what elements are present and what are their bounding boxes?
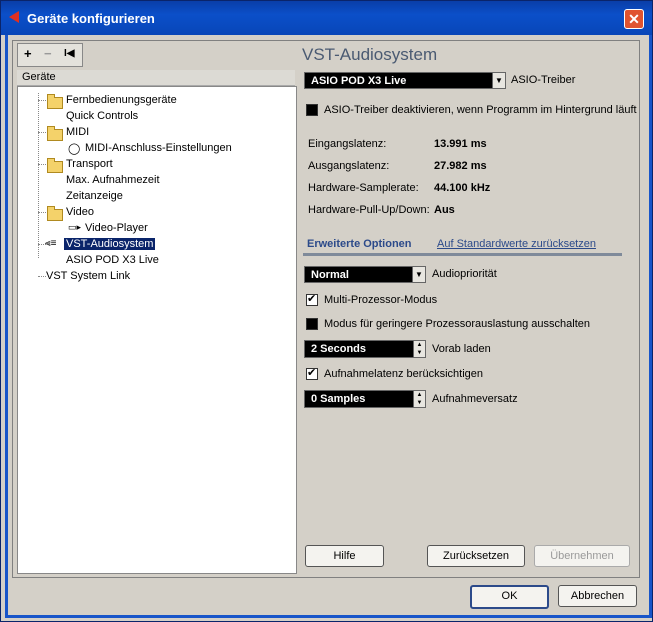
preload-label: Vorab laden xyxy=(432,343,491,355)
tree-line xyxy=(38,100,46,101)
tree-item-video[interactable]: Video xyxy=(66,206,94,218)
page-title: VST-Audiosystem xyxy=(302,45,438,64)
tree-item-time-display[interactable]: Zeitanzeige xyxy=(66,190,123,202)
stepper-arrows-icon[interactable]: ▲ ▼ xyxy=(413,341,425,357)
reset-defaults-link[interactable]: Auf Standardwerte zurücksetzen xyxy=(437,238,596,250)
app-logo-icon xyxy=(9,11,19,23)
midi-port-icon: ◯ xyxy=(68,143,81,155)
tree-item-vst-system-link[interactable]: VST System Link xyxy=(46,270,130,282)
multiprocessor-label: Multi-Prozessor-Modus xyxy=(324,294,438,306)
tree-item-asio-pod[interactable]: ASIO POD X3 Live xyxy=(66,254,159,266)
asio-driver-value: ASIO POD X3 Live xyxy=(311,75,407,87)
tree-line xyxy=(38,93,39,258)
tree-item-video-player[interactable]: Video-Player xyxy=(85,222,148,234)
tree-line xyxy=(38,276,46,277)
multiprocessor-checkbox[interactable] xyxy=(306,292,318,306)
chevron-down-icon: ▼ xyxy=(412,267,425,282)
low-load-label: Modus für geringere Prozessorauslastung … xyxy=(324,318,590,330)
chevron-down-icon: ▼ xyxy=(492,73,505,88)
tree-toolbar: + − I◀ xyxy=(17,43,83,67)
title-bar: Geräte konfigurieren ✕ xyxy=(1,1,652,35)
reset-device-button[interactable]: I◀ xyxy=(64,48,74,59)
advanced-options-heading: Erweiterte Optionen xyxy=(307,238,412,250)
ok-button[interactable]: OK xyxy=(470,585,549,609)
audio-priority-label: Audiopriorität xyxy=(432,268,497,280)
cancel-button[interactable]: Abbrechen xyxy=(558,585,637,607)
samplerate-value: 44.100 kHz xyxy=(434,182,491,194)
preload-stepper[interactable]: 2 Seconds ▲ ▼ xyxy=(304,340,426,358)
tree-item-fernbedienung[interactable]: Fernbedienungsgeräte xyxy=(66,94,177,106)
add-device-button[interactable]: + xyxy=(24,46,32,61)
tree-item-max-recording[interactable]: Max. Aufnahmezeit xyxy=(66,174,160,186)
samplerate-label: Hardware-Samplerate: xyxy=(308,182,419,194)
input-latency-label: Eingangslatenz: xyxy=(308,138,387,150)
low-load-checkbox[interactable] xyxy=(306,318,318,330)
help-button[interactable]: Hilfe xyxy=(305,545,384,567)
device-tree: Fernbedienungsgeräte Quick Controls MIDI… xyxy=(17,86,297,574)
folder-icon xyxy=(47,158,63,173)
stepper-arrows-icon[interactable]: ▲ ▼ xyxy=(413,391,425,407)
tree-item-quick-controls[interactable]: Quick Controls xyxy=(66,110,138,122)
tree-header: Geräte xyxy=(17,70,295,86)
record-offset-stepper[interactable]: 0 Samples ▲ ▼ xyxy=(304,390,426,408)
reset-button[interactable]: Zurücksetzen xyxy=(427,545,525,567)
tree-item-vst-audiosystem[interactable]: VST-Audiosystem xyxy=(64,238,156,250)
close-button[interactable]: ✕ xyxy=(624,9,644,29)
deactivate-asio-label: ASIO-Treiber deaktivieren, wenn Programm… xyxy=(324,104,637,116)
output-latency-value: 27.982 ms xyxy=(434,160,487,172)
section-divider xyxy=(303,253,622,256)
deactivate-asio-checkbox[interactable] xyxy=(306,104,318,116)
preload-value: 2 Seconds xyxy=(311,343,367,355)
tree-item-midi[interactable]: MIDI xyxy=(66,126,89,138)
record-latency-label: Aufnahmelatenz berücksichtigen xyxy=(324,368,483,380)
record-offset-value: 0 Samples xyxy=(311,393,366,405)
remove-device-button[interactable]: − xyxy=(44,46,52,61)
window-title: Geräte konfigurieren xyxy=(27,11,155,26)
folder-icon xyxy=(47,94,63,109)
tree-item-midi-ports[interactable]: MIDI-Anschluss-Einstellungen xyxy=(85,142,232,154)
tree-line xyxy=(38,164,46,165)
input-latency-value: 13.991 ms xyxy=(434,138,487,150)
pullup-label: Hardware-Pull-Up/Down: xyxy=(308,204,430,216)
audio-device-icon: ⫷≡ xyxy=(45,238,57,249)
tree-item-transport[interactable]: Transport xyxy=(66,158,113,170)
record-offset-label: Aufnahmeversatz xyxy=(432,393,518,405)
tree-line xyxy=(38,132,46,133)
tree-header-label: Geräte xyxy=(22,71,56,83)
close-icon: ✕ xyxy=(628,11,640,27)
apply-button[interactable]: Übernehmen xyxy=(534,545,630,567)
video-player-icon: ▭▸ xyxy=(68,222,82,232)
tree-line xyxy=(38,212,46,213)
asio-driver-select[interactable]: ASIO POD X3 Live ▼ xyxy=(304,72,506,89)
audio-priority-select[interactable]: Normal ▼ xyxy=(304,266,426,283)
folder-icon xyxy=(47,206,63,221)
folder-icon xyxy=(47,126,63,141)
record-latency-checkbox[interactable] xyxy=(306,366,318,380)
output-latency-label: Ausgangslatenz: xyxy=(308,160,390,172)
pullup-value: Aus xyxy=(434,204,455,216)
asio-driver-label: ASIO-Treiber xyxy=(511,74,576,86)
audio-priority-value: Normal xyxy=(311,269,349,281)
